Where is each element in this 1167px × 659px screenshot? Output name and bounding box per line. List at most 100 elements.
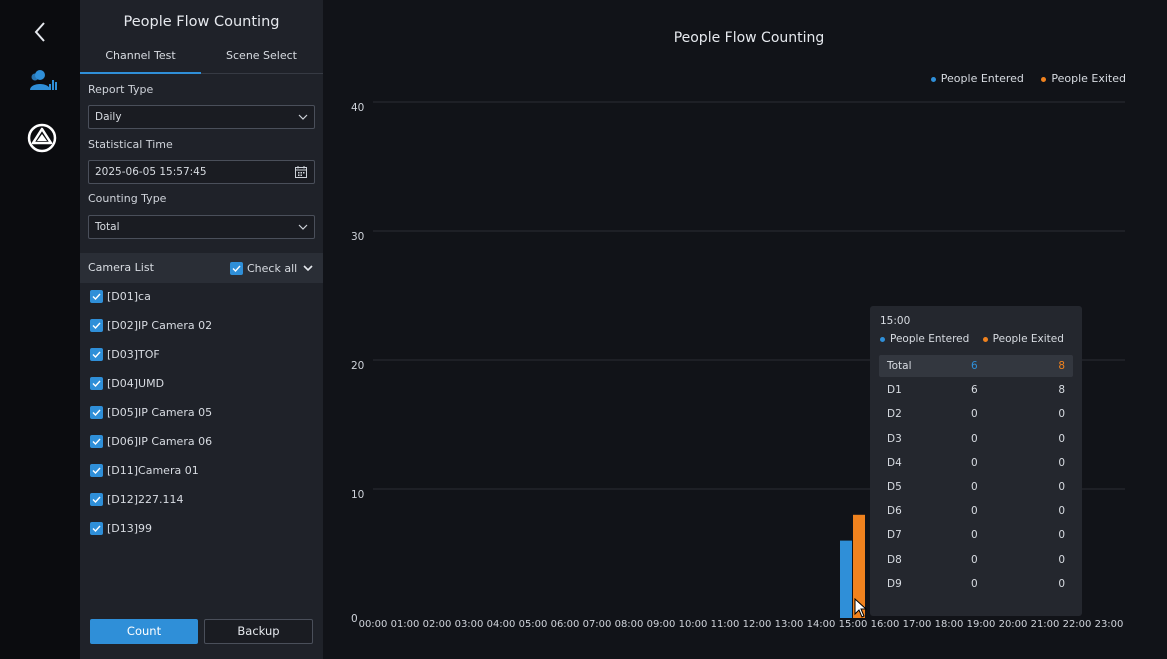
mouse-cursor-icon (854, 598, 868, 618)
tooltip-total-row: Total 6 8 (879, 355, 1073, 377)
legend-label: People Entered (940, 72, 1024, 85)
tooltip-row: D7 0 0 (879, 524, 1073, 546)
tooltip-row-exited: 8 (1058, 384, 1065, 397)
legend-dot (880, 336, 885, 342)
tooltip-row-exited: 0 (1058, 505, 1065, 518)
camera-item-d12[interactable]: [D12]227.114 (90, 492, 184, 510)
x-tick-label: 21:00 (1031, 619, 1060, 630)
counting-type-value: Total (95, 221, 120, 233)
tooltip-row-exited: 0 (1058, 577, 1065, 590)
check-icon[interactable] (90, 463, 103, 477)
tooltip-row-exited: 0 (1058, 481, 1065, 493)
count-button[interactable]: Count (90, 619, 198, 644)
check-all-checkbox[interactable]: Check all (230, 261, 297, 275)
camera-item-label: [D01]ca (107, 289, 151, 303)
legend-dot (930, 76, 936, 82)
nav-rail (0, 0, 80, 659)
tooltip-row: D1 6 8 (879, 379, 1073, 401)
tab-scene-select[interactable]: Scene Select (201, 42, 322, 74)
chevron-left-icon[interactable] (29, 18, 53, 46)
tooltip-row: D9 0 0 (879, 573, 1073, 595)
check-icon[interactable] (90, 434, 103, 448)
legend-exited[interactable]: People Exited (1041, 72, 1126, 85)
backup-button[interactable]: Backup (204, 619, 313, 644)
camera-item-d11[interactable]: [D11]Camera 01 (90, 463, 199, 481)
tooltip-row-entered: 0 (971, 481, 978, 493)
tooltip-row-name: D3 (887, 432, 902, 445)
tooltip-row-entered: 6 (971, 384, 978, 397)
tooltip-row-entered: 0 (971, 553, 978, 566)
chart-legend: People Entered People Exited (917, 72, 1126, 85)
x-tick-label: 11:00 (711, 619, 740, 630)
legend-entered[interactable]: People Entered (930, 72, 1024, 85)
check-icon (230, 261, 243, 275)
x-tick-label: 22:00 (1063, 619, 1092, 630)
x-tick-label: 04:00 (487, 619, 516, 630)
camera-item-label: [D04]UMD (107, 376, 165, 390)
x-tick-label: 10:00 (679, 619, 708, 630)
tooltip-row-exited: 0 (1058, 553, 1065, 566)
tooltip-row-exited: 0 (1058, 432, 1065, 445)
tooltip-row-name: D8 (887, 553, 902, 566)
check-icon[interactable] (90, 347, 103, 361)
triangle-logo-icon[interactable] (26, 122, 58, 154)
tooltip-row-exited: 8 (1058, 360, 1065, 372)
settings-panel: People Flow Counting Channel Test Scene … (80, 0, 323, 659)
statistical-time-input[interactable]: 2025-06-05 15:57:45 (88, 160, 315, 184)
x-tick-label: 03:00 (455, 619, 484, 630)
tooltip-row: D8 0 0 (879, 549, 1073, 571)
camera-item-d06[interactable]: [D06]IP Camera 06 (90, 434, 212, 452)
statistical-time-label: Statistical Time (88, 138, 173, 151)
tooltip-row-entered: 0 (971, 408, 978, 421)
chart-tooltip: 15:00 People Entered People Exited Total… (870, 306, 1082, 616)
camera-item-d01[interactable]: [D01]ca (90, 289, 151, 307)
tooltip-row-name: Total (887, 360, 912, 372)
x-tick-label: 14:00 (807, 619, 836, 630)
check-icon[interactable] (90, 492, 103, 506)
x-tick-label: 17:00 (903, 619, 932, 630)
tooltip-row: D4 0 0 (879, 452, 1073, 474)
camera-item-d05[interactable]: [D05]IP Camera 05 (90, 405, 212, 423)
tooltip-legend-label: People Entered (890, 333, 970, 345)
check-icon[interactable] (90, 521, 103, 535)
people-chart-icon[interactable] (26, 66, 58, 98)
tooltip-row-name: D6 (887, 505, 902, 518)
tooltip-legend: People Entered People Exited (880, 333, 1074, 345)
report-type-label: Report Type (88, 83, 154, 96)
tooltip-row-exited: 0 (1058, 456, 1065, 469)
report-type-value: Daily (95, 111, 122, 123)
camera-item-d03[interactable]: [D03]TOF (90, 347, 160, 365)
tooltip-row-name: D2 (887, 408, 902, 421)
camera-item-label: [D03]TOF (107, 347, 160, 361)
tooltip-row-entered: 0 (971, 432, 978, 445)
tooltip-row-entered: 0 (971, 456, 978, 469)
tooltip-row-exited: 0 (1058, 408, 1065, 421)
tooltip-row-entered: 0 (971, 577, 978, 590)
check-icon[interactable] (90, 289, 103, 303)
tooltip-row: D3 0 0 (879, 428, 1073, 450)
tooltip-row: D6 0 0 (879, 500, 1073, 522)
camera-item-d04[interactable]: [D04]UMD (90, 376, 164, 394)
camera-item-label: [D13]99 (107, 521, 153, 535)
calendar-icon[interactable] (294, 165, 308, 179)
tooltip-row-name: D9 (887, 577, 902, 590)
counting-type-select[interactable]: Total (88, 215, 315, 239)
tooltip-legend-label: People Exited (992, 333, 1064, 345)
check-icon[interactable] (90, 376, 103, 390)
chart-title: People Flow Counting (673, 30, 825, 46)
tab-channel-test[interactable]: Channel Test (80, 42, 201, 74)
bar-entered (840, 540, 852, 618)
tooltip-row-exited: 0 (1058, 529, 1065, 542)
camera-item-label: [D02]IP Camera 02 (107, 318, 213, 332)
check-icon[interactable] (90, 405, 103, 419)
tooltip-row-name: D7 (887, 529, 902, 542)
tooltip-row-entered: 6 (971, 360, 978, 372)
camera-item-d13[interactable]: [D13]99 (90, 521, 152, 539)
y-tick-label: 0 (351, 613, 358, 625)
x-tick-label: 00:00 (359, 619, 388, 630)
report-type-select[interactable]: Daily (88, 105, 315, 129)
camera-item-d02[interactable]: [D02]IP Camera 02 (90, 318, 212, 336)
x-tick-label: 16:00 (871, 619, 900, 630)
chevron-down-icon[interactable] (302, 263, 314, 273)
check-icon[interactable] (90, 318, 103, 332)
